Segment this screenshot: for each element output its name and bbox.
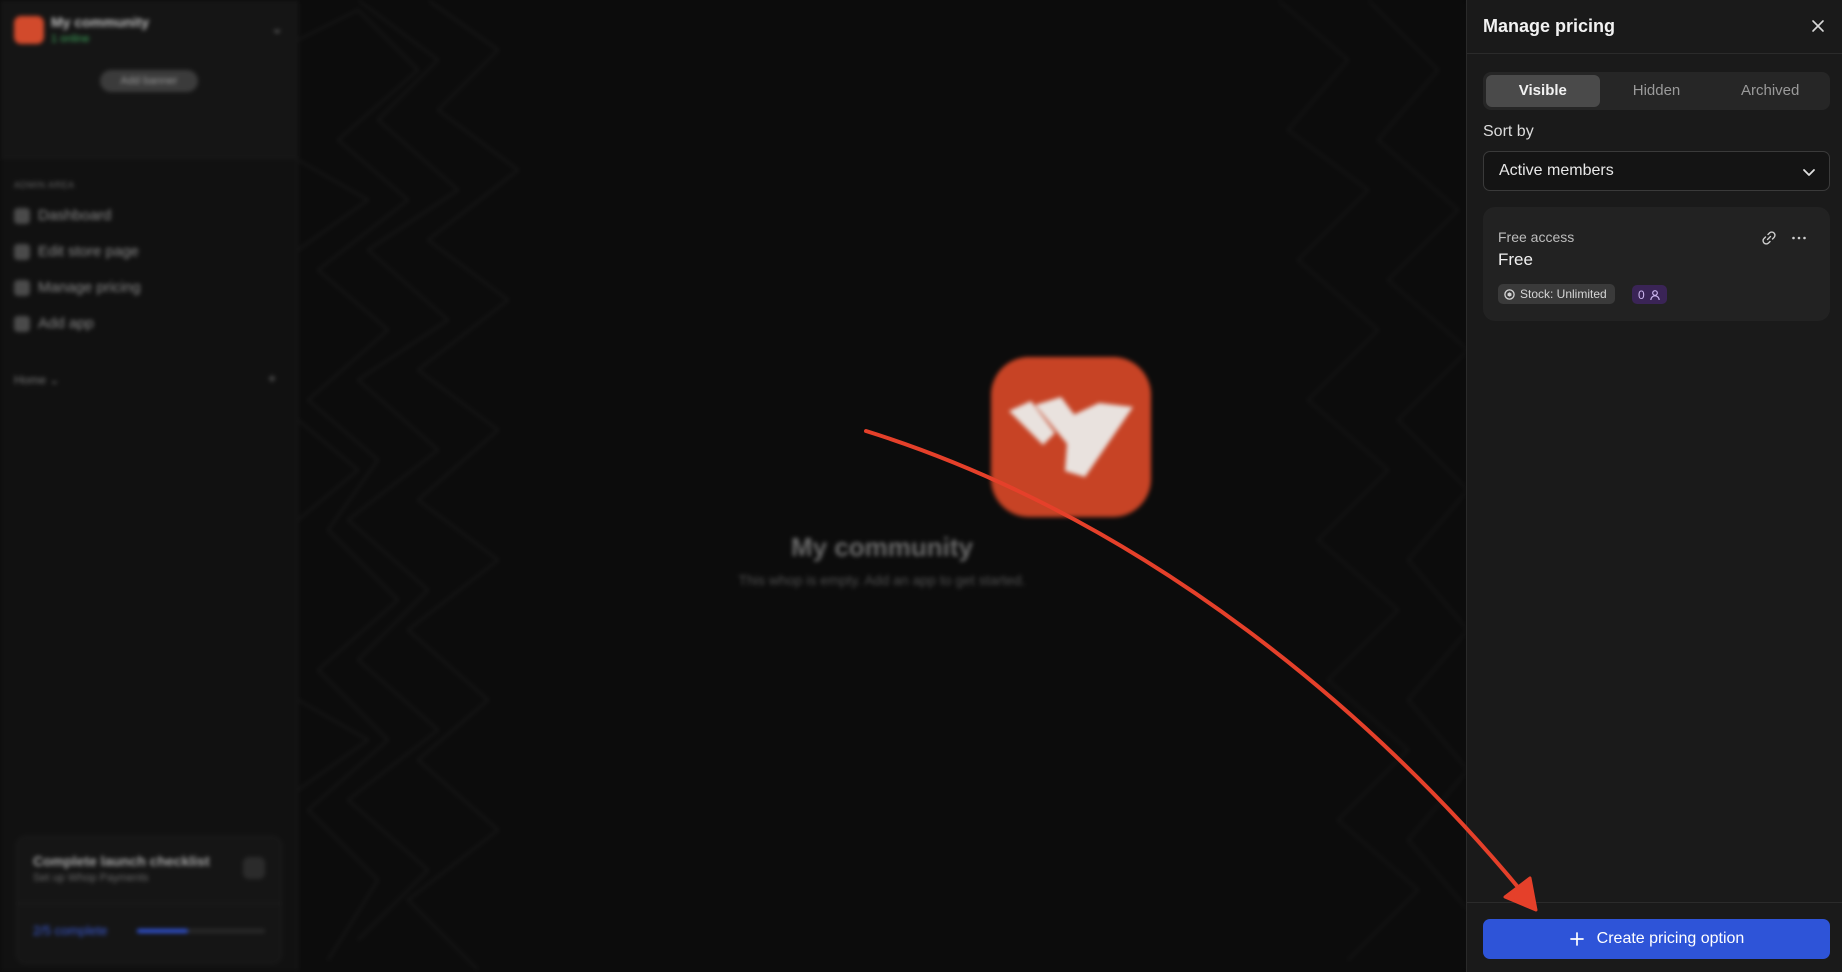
add-section-icon[interactable]: + <box>268 370 276 386</box>
manage-pricing-drawer: Manage pricing Visible Hidden Archived S… <box>1466 0 1842 972</box>
progress-fill <box>137 929 189 933</box>
pricing-option-card[interactable]: Free access Free Stock: Unlimited 0 <box>1483 207 1830 321</box>
stock-icon <box>1504 288 1515 300</box>
sort-by-label: Sort by <box>1483 123 1534 140</box>
sidebar-item-edit-store-page[interactable]: Edit store page <box>14 243 139 260</box>
home-section-toggle[interactable]: Home ⌄ <box>14 373 59 387</box>
tab-visible[interactable]: Visible <box>1486 75 1600 107</box>
tab-archived[interactable]: Archived <box>1713 75 1827 107</box>
stock-badge: Stock: Unlimited <box>1498 284 1615 304</box>
background-pattern <box>298 0 520 971</box>
user-icon <box>1649 289 1660 300</box>
pricing-option-price: Free <box>1498 250 1533 269</box>
community-name[interactable]: My community <box>51 14 149 30</box>
checklist-subtitle: Set up Whop Payments <box>33 872 149 884</box>
sidebar-header: My community 1 online ⌄ Add banner <box>0 0 297 158</box>
community-logo <box>14 16 44 44</box>
more-options-icon[interactable] <box>1790 229 1808 247</box>
checklist-expand-button[interactable] <box>243 857 265 879</box>
create-pricing-option-label: Create pricing option <box>1596 930 1745 947</box>
app-root: My community 1 online ⌄ Add banner ADMIN… <box>0 0 1842 972</box>
checklist-progress-bar <box>137 929 265 933</box>
create-pricing-option-button[interactable]: Create pricing option <box>1483 919 1830 959</box>
sort-by-select[interactable]: Active members <box>1483 151 1830 191</box>
drawer-title: Manage pricing <box>1483 16 1616 36</box>
dashboard-icon <box>14 207 30 224</box>
community-title: My community <box>790 532 974 562</box>
home-label: Home <box>14 373 47 387</box>
divider <box>17 903 281 904</box>
main-content: My community This whop is empty. Add an … <box>298 0 1468 972</box>
community-logo-large <box>991 357 1151 517</box>
tab-hidden[interactable]: Hidden <box>1600 75 1714 107</box>
plus-icon <box>1569 932 1584 946</box>
close-icon[interactable] <box>1808 16 1828 36</box>
sidebar: My community 1 online ⌄ Add banner ADMIN… <box>0 0 298 972</box>
link-icon[interactable] <box>1760 229 1778 247</box>
sort-by-value: Active members <box>1499 162 1614 179</box>
community-empty-subtitle: This whop is empty. Add an app to get st… <box>738 572 1026 588</box>
admin-section-label: ADMIN AREA <box>14 180 75 190</box>
online-status: 1 online <box>51 33 90 45</box>
add-app-icon <box>14 315 30 332</box>
checklist-progress-text: 2/5 complete <box>33 923 108 938</box>
sidebar-item-label: Manage pricing <box>38 279 141 296</box>
chevron-down-icon <box>1803 169 1815 176</box>
sidebar-item-add-app[interactable]: Add app <box>14 315 94 332</box>
members-badge: 0 <box>1632 285 1667 304</box>
pricing-icon <box>14 279 30 296</box>
launch-checklist[interactable]: Complete launch checklist Set up Whop Pa… <box>16 836 282 964</box>
pricing-option-type: Free access <box>1498 229 1575 245</box>
sidebar-item-label: Dashboard <box>38 207 112 224</box>
sidebar-item-label: Edit store page <box>38 243 139 260</box>
visibility-tabs: Visible Hidden Archived <box>1483 72 1830 110</box>
drawer-footer: Create pricing option <box>1467 902 1842 972</box>
sidebar-item-manage-pricing[interactable]: Manage pricing <box>14 279 141 296</box>
store-icon <box>14 243 30 260</box>
members-count: 0 <box>1638 287 1645 302</box>
sidebar-item-dashboard[interactable]: Dashboard <box>14 207 111 224</box>
checklist-title: Complete launch checklist <box>33 853 210 869</box>
stock-text: Stock: Unlimited <box>1520 287 1607 301</box>
chevron-down-icon[interactable]: ⌄ <box>271 20 283 37</box>
sidebar-item-label: Add app <box>38 315 94 332</box>
drawer-header: Manage pricing <box>1467 0 1842 54</box>
background-pattern-right <box>1277 0 1468 961</box>
add-banner-button[interactable]: Add banner <box>100 70 198 92</box>
whop-logo-icon <box>1009 397 1133 477</box>
